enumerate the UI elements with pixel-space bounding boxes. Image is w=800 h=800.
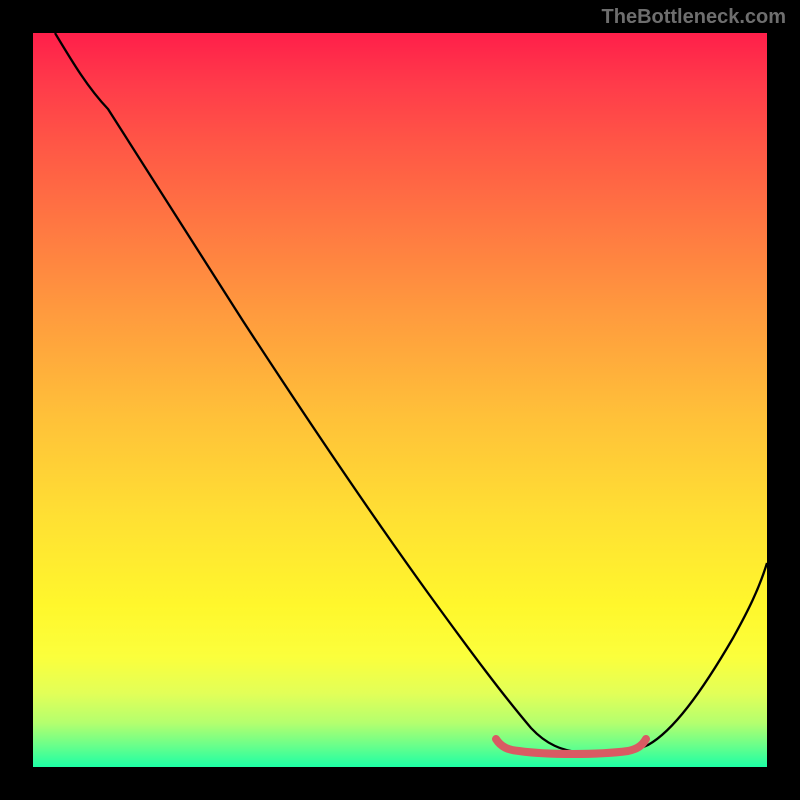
marker-dot (546, 752, 550, 756)
marker-dot (606, 751, 610, 755)
curve-layer (33, 33, 767, 767)
marker-dot (586, 752, 590, 756)
chart-container: TheBottleneck.com (0, 0, 800, 800)
plot-area (33, 33, 767, 767)
marker-dot (566, 752, 570, 756)
bottleneck-curve (55, 33, 767, 753)
watermark-label: TheBottleneck.com (602, 6, 786, 29)
minimum-marker (496, 739, 646, 754)
marker-dot (526, 751, 530, 755)
